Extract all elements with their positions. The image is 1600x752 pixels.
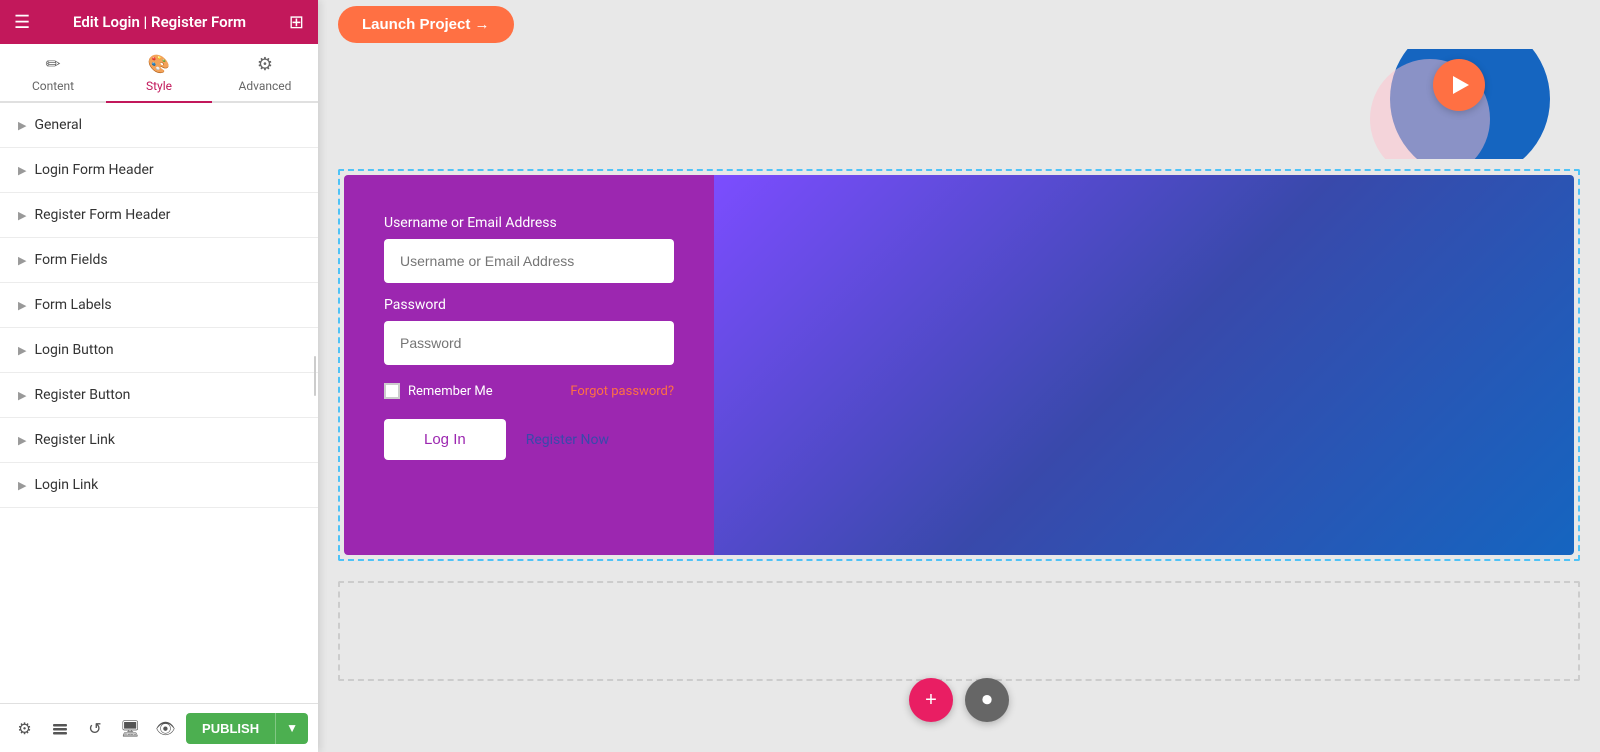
section-login-form-header[interactable]: ▶ Login Form Header — [0, 148, 318, 193]
tab-advanced[interactable]: ⚙ Advanced — [212, 44, 318, 103]
form-left-section: Username or Email Address Password Remem… — [344, 175, 714, 555]
hamburger-icon[interactable]: ☰ — [14, 12, 30, 33]
password-field-group: Password — [384, 297, 674, 365]
resize-handle[interactable] — [312, 0, 318, 752]
remember-row: Remember Me Forgot password? — [384, 383, 674, 399]
content-tab-icon: ✏ — [45, 54, 60, 75]
login-form-container: Username or Email Address Password Remem… — [344, 175, 1574, 555]
form-selection-wrapper: Username or Email Address Password Remem… — [338, 169, 1580, 561]
settings-icon[interactable]: ⚙ — [10, 712, 39, 744]
tab-advanced-label: Advanced — [239, 79, 292, 93]
password-field-label: Password — [384, 297, 674, 313]
panel-sections: ▶ General ▶ Login Form Header ▶ Register… — [0, 103, 318, 703]
editor-topbar: ☰ Edit Login | Register Form ⊞ — [0, 0, 318, 44]
fab-area: + ⏺ — [909, 678, 1009, 722]
section-form-fields[interactable]: ▶ Form Fields — [0, 238, 318, 283]
register-now-link[interactable]: Register Now — [526, 432, 609, 448]
username-field-group: Username or Email Address — [384, 215, 674, 283]
chevron-login-header-icon: ▶ — [18, 164, 26, 177]
responsive-icon[interactable]: 🖥 — [116, 712, 145, 744]
section-login-button-label: Login Button — [34, 342, 113, 358]
section-register-form-header[interactable]: ▶ Register Form Header — [0, 193, 318, 238]
section-form-labels[interactable]: ▶ Form Labels — [0, 283, 318, 328]
play-triangle-icon — [1453, 76, 1469, 94]
chevron-register-header-icon: ▶ — [18, 209, 26, 222]
bottom-toolbar: ⚙ ↺ 🖥 👁 PUBLISH ▼ — [0, 703, 318, 752]
section-form-fields-label: Form Fields — [34, 252, 107, 268]
remember-left: Remember Me — [384, 383, 493, 399]
chevron-form-labels-icon: ▶ — [18, 299, 26, 312]
section-general-label: General — [34, 117, 82, 133]
section-login-link-label: Login Link — [34, 477, 98, 493]
chevron-login-link-icon: ▶ — [18, 479, 26, 492]
login-button[interactable]: Log In — [384, 419, 506, 460]
username-field-label: Username or Email Address — [384, 215, 674, 231]
tab-style[interactable]: 🎨 Style — [106, 44, 212, 103]
section-form-labels-label: Form Labels — [34, 297, 111, 313]
canvas-area: Username or Email Address Password Remem… — [318, 159, 1600, 752]
tab-content[interactable]: ✏ Content — [0, 44, 106, 103]
play-button[interactable] — [1433, 59, 1485, 111]
chevron-general-icon: ▶ — [18, 119, 26, 132]
layers-icon[interactable] — [45, 712, 74, 744]
section-register-button-label: Register Button — [34, 387, 130, 403]
section-register-form-header-label: Register Form Header — [34, 207, 170, 223]
main-canvas: Launch Project → Username or Email Addre… — [318, 0, 1600, 752]
advanced-tab-icon: ⚙ — [257, 54, 273, 75]
record-fab-icon: ⏺ — [982, 689, 992, 712]
password-input[interactable] — [384, 321, 674, 365]
record-fab-button[interactable]: ⏺ — [965, 678, 1009, 722]
tab-content-label: Content — [32, 79, 74, 93]
preview-icon[interactable]: 👁 — [151, 712, 180, 744]
chevron-register-button-icon: ▶ — [18, 389, 26, 402]
style-tab-icon: 🎨 — [148, 54, 170, 75]
chevron-form-fields-icon: ▶ — [18, 254, 26, 267]
add-fab-button[interactable]: + — [909, 678, 953, 722]
editor-title: Edit Login | Register Form — [73, 13, 246, 31]
remember-me-label: Remember Me — [408, 384, 493, 399]
section-register-link-label: Register Link — [34, 432, 115, 448]
section-login-button[interactable]: ▶ Login Button — [0, 328, 318, 373]
decorative-circles — [1340, 49, 1540, 159]
tab-style-label: Style — [146, 79, 172, 93]
add-fab-icon: + — [925, 689, 937, 712]
empty-section-below — [338, 581, 1580, 681]
chevron-register-link-icon: ▶ — [18, 434, 26, 447]
launch-project-button[interactable]: Launch Project → — [338, 6, 514, 43]
left-panel: ☰ Edit Login | Register Form ⊞ ✏ Content… — [0, 0, 318, 752]
login-row: Log In Register Now — [384, 419, 674, 460]
publish-button[interactable]: PUBLISH — [186, 713, 275, 744]
publish-group: PUBLISH ▼ — [186, 713, 308, 744]
forgot-password-link[interactable]: Forgot password? — [570, 384, 674, 399]
top-decorations — [318, 49, 1600, 159]
publish-dropdown-button[interactable]: ▼ — [275, 713, 308, 744]
grid-icon[interactable]: ⊞ — [289, 12, 304, 33]
section-login-link[interactable]: ▶ Login Link — [0, 463, 318, 508]
section-register-link[interactable]: ▶ Register Link — [0, 418, 318, 463]
tabs-row: ✏ Content 🎨 Style ⚙ Advanced — [0, 44, 318, 103]
section-general[interactable]: ▶ General — [0, 103, 318, 148]
section-login-form-header-label: Login Form Header — [34, 162, 153, 178]
username-input[interactable] — [384, 239, 674, 283]
section-register-button[interactable]: ▶ Register Button — [0, 373, 318, 418]
history-icon[interactable]: ↺ — [80, 712, 109, 744]
canvas-topbar: Launch Project → — [318, 0, 1600, 49]
form-right-section — [714, 175, 1574, 555]
chevron-login-button-icon: ▶ — [18, 344, 26, 357]
remember-me-checkbox[interactable] — [384, 383, 400, 399]
